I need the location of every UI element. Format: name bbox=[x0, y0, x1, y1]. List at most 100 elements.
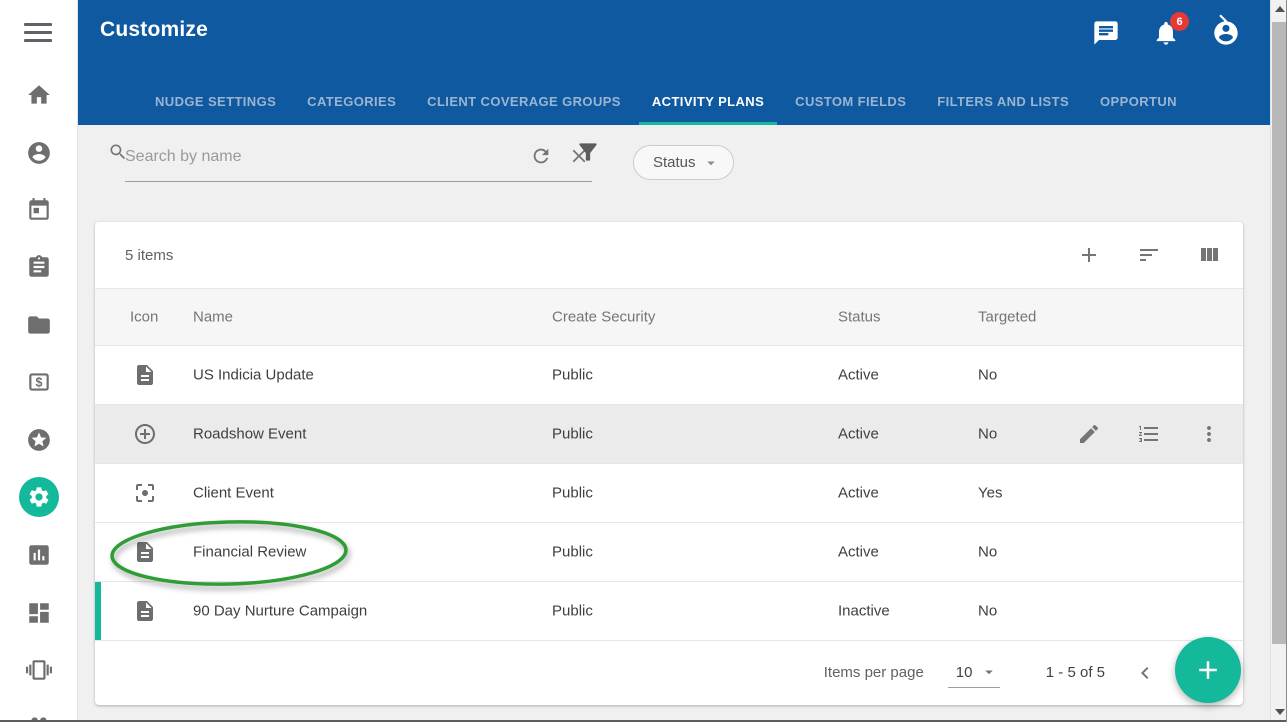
steps-list-button[interactable] bbox=[1137, 422, 1161, 446]
row-targeted: No bbox=[978, 367, 997, 384]
tabs-scroll-right-button[interactable] bbox=[1210, 8, 1236, 34]
chevron-down-icon bbox=[702, 154, 720, 172]
scroll-up-button[interactable] bbox=[1271, 0, 1287, 17]
sidebar-item-files[interactable] bbox=[19, 305, 59, 345]
favorites-star-icon bbox=[26, 427, 52, 453]
pagination: Items per page 10 1 - 5 of 5 bbox=[95, 641, 1243, 704]
sidebar-item-reports[interactable] bbox=[19, 535, 59, 575]
document-icon bbox=[133, 599, 157, 623]
add-activity-plan-fab[interactable] bbox=[1175, 637, 1241, 703]
row-name: Client Event bbox=[193, 485, 274, 502]
card-toolbar: 5 items bbox=[95, 222, 1243, 289]
tab-nudge-settings[interactable]: NUDGE SETTINGS bbox=[142, 80, 289, 125]
tab-client-coverage-groups[interactable]: CLIENT COVERAGE GROUPS bbox=[414, 80, 634, 125]
page-title: Customize bbox=[100, 18, 208, 42]
pagination-range: 1 - 5 of 5 bbox=[1046, 664, 1105, 681]
columns-icon bbox=[1197, 243, 1221, 267]
vertical-scrollbar[interactable] bbox=[1270, 0, 1287, 722]
previous-page-button[interactable] bbox=[1133, 661, 1157, 685]
svg-text:$: $ bbox=[36, 376, 43, 390]
row-status: Active bbox=[838, 544, 879, 561]
row-create-security: Public bbox=[552, 426, 593, 443]
items-per-page-value: 10 bbox=[956, 664, 973, 681]
status-filter-chip[interactable]: Status bbox=[633, 145, 734, 180]
more-vert-icon bbox=[1197, 422, 1221, 446]
circle-plus-icon bbox=[133, 422, 157, 446]
search-field bbox=[125, 133, 592, 182]
sidebar: $ bbox=[0, 0, 78, 722]
column-header-create-security: Create Security bbox=[552, 309, 655, 326]
row-targeted: No bbox=[978, 544, 997, 561]
columns-button[interactable] bbox=[1197, 243, 1221, 267]
column-header-name: Name bbox=[193, 309, 233, 326]
row-create-security: Public bbox=[552, 367, 593, 384]
sidebar-item-mobile[interactable] bbox=[19, 650, 59, 690]
row-targeted: No bbox=[978, 426, 997, 443]
row-targeted: No bbox=[978, 603, 997, 620]
tab-opportunities[interactable]: OPPORTUN bbox=[1087, 80, 1190, 125]
more-options-button[interactable] bbox=[1197, 422, 1221, 446]
calendar-icon bbox=[26, 197, 52, 223]
money-dollar-icon: $ bbox=[26, 369, 52, 395]
tasks-clipboard-icon bbox=[26, 254, 52, 280]
sidebar-item-tasks[interactable] bbox=[19, 247, 59, 287]
search-refresh-button[interactable] bbox=[530, 145, 554, 169]
document-icon bbox=[133, 363, 157, 387]
table-row[interactable]: Financial Review Public Active No bbox=[95, 523, 1243, 582]
settings-gear-icon bbox=[27, 485, 51, 509]
chat-button[interactable] bbox=[1092, 19, 1120, 47]
items-per-page-select[interactable]: 10 bbox=[948, 658, 1000, 688]
table-row[interactable]: Client Event Public Active Yes bbox=[95, 464, 1243, 523]
status-chip-label: Status bbox=[653, 154, 696, 171]
table-row[interactable]: US Indicia Update Public Active No bbox=[95, 346, 1243, 405]
table-row[interactable]: Roadshow Event Public Active No bbox=[95, 405, 1243, 464]
folder-icon bbox=[26, 312, 52, 338]
center-focus-icon bbox=[133, 481, 157, 505]
tab-filters-and-lists[interactable]: FILTERS AND LISTS bbox=[924, 80, 1082, 125]
notifications-button[interactable]: 6 bbox=[1152, 19, 1180, 47]
hamburger-menu-icon[interactable] bbox=[24, 23, 52, 42]
sidebar-item-settings[interactable] bbox=[19, 477, 59, 517]
edit-button[interactable] bbox=[1077, 422, 1101, 446]
chevron-down-icon bbox=[980, 663, 998, 681]
edit-pencil-icon bbox=[1077, 422, 1101, 446]
home-icon bbox=[26, 82, 52, 108]
row-status: Active bbox=[838, 485, 879, 502]
chat-icon bbox=[1092, 19, 1120, 47]
notifications-badge: 6 bbox=[1170, 12, 1189, 31]
sidebar-item-favorites[interactable] bbox=[19, 420, 59, 460]
sidebar-item-calendar[interactable] bbox=[19, 190, 59, 230]
scroll-down-button[interactable] bbox=[1271, 703, 1287, 720]
sidebar-item-contacts[interactable] bbox=[19, 133, 59, 173]
add-item-button[interactable] bbox=[1077, 243, 1101, 267]
row-name: 90 Day Nurture Campaign bbox=[193, 603, 367, 620]
selected-row-accent bbox=[95, 582, 101, 640]
tab-activity-plans[interactable]: ACTIVITY PLANS bbox=[639, 80, 777, 125]
row-name: Financial Review bbox=[193, 544, 306, 561]
scroll-up-arrow-icon bbox=[1275, 6, 1285, 12]
search-input[interactable] bbox=[125, 148, 516, 166]
sidebar-item-dashboard[interactable] bbox=[19, 593, 59, 633]
row-create-security: Public bbox=[552, 544, 593, 561]
add-plus-icon bbox=[1077, 243, 1101, 267]
filter-row: Status bbox=[78, 125, 1270, 200]
app-window: $ Customize 6 bbox=[0, 0, 1287, 722]
sort-icon bbox=[1137, 243, 1161, 267]
numbered-list-icon bbox=[1137, 422, 1161, 446]
scrollbar-thumb[interactable] bbox=[1272, 22, 1287, 644]
tab-categories[interactable]: CATEGORIES bbox=[294, 80, 409, 125]
column-header-icon: Icon bbox=[130, 309, 158, 326]
filter-funnel-icon bbox=[575, 139, 601, 165]
row-status: Inactive bbox=[838, 603, 890, 620]
sidebar-item-home[interactable] bbox=[19, 75, 59, 115]
sort-button[interactable] bbox=[1137, 243, 1161, 267]
tab-custom-fields[interactable]: CUSTOM FIELDS bbox=[782, 80, 919, 125]
row-status: Active bbox=[838, 426, 879, 443]
items-per-page-label: Items per page bbox=[824, 664, 924, 681]
table-row[interactable]: 90 Day Nurture Campaign Public Inactive … bbox=[95, 582, 1243, 641]
contacts-person-icon bbox=[26, 140, 52, 166]
row-name: Roadshow Event bbox=[193, 426, 306, 443]
filter-button[interactable] bbox=[575, 139, 601, 165]
chevron-left-icon bbox=[1133, 661, 1157, 685]
sidebar-item-billing[interactable]: $ bbox=[19, 362, 59, 402]
